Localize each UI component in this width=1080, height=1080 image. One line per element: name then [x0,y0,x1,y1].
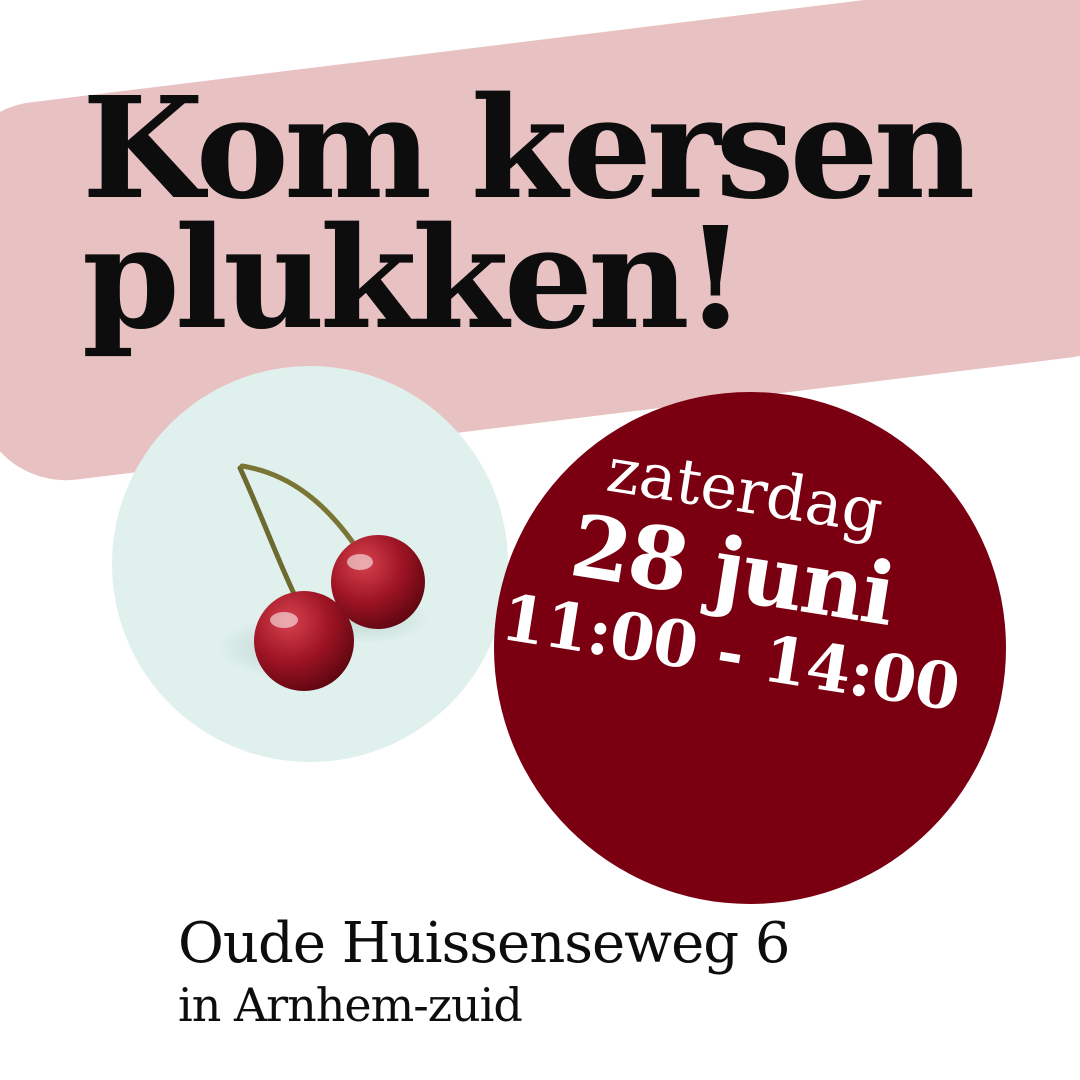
address-street: Oude Huissenseweg 6 [178,911,790,976]
cherry-image-circle [112,366,508,762]
headline-line-1: Kom kersen [82,67,975,231]
event-poster: Kom kersen plukken! zaterdag 28 juni 11:… [0,0,1080,1080]
headline-line-2: plukken! [82,197,746,361]
address-city: in Arnhem-zuid [178,978,523,1032]
address: Oude Huissenseweg 6 in Arnhem-zuid [178,912,790,1034]
headline: Kom kersen plukken! [82,67,975,361]
cherries-icon [217,463,429,691]
